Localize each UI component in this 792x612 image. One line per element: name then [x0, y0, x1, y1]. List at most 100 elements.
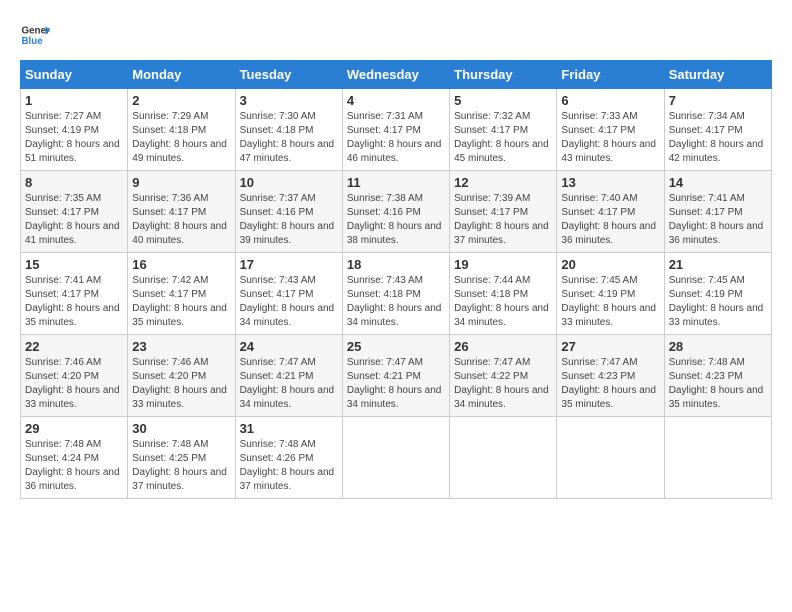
header-sunday: Sunday — [21, 61, 128, 89]
calendar-cell: 17 Sunrise: 7:43 AMSunset: 4:17 PMDayligh… — [235, 253, 342, 335]
day-info: Sunrise: 7:35 AMSunset: 4:17 PMDaylight:… — [25, 192, 123, 248]
day-number: 1 — [25, 93, 123, 108]
calendar-cell: 30 Sunrise: 7:48 AMSunset: 4:25 PMDayligh… — [128, 417, 235, 499]
day-number: 22 — [25, 339, 123, 354]
calendar-cell: 7 Sunrise: 7:34 AMSunset: 4:17 PMDaylight… — [664, 89, 771, 171]
day-info: Sunrise: 7:32 AMSunset: 4:17 PMDaylight:… — [454, 110, 552, 166]
day-info: Sunrise: 7:45 AMSunset: 4:19 PMDaylight:… — [561, 274, 659, 330]
day-number: 28 — [669, 339, 767, 354]
calendar-week-row: 1 Sunrise: 7:27 AMSunset: 4:19 PMDaylight… — [21, 89, 772, 171]
calendar-cell: 18 Sunrise: 7:43 AMSunset: 4:18 PMDayligh… — [342, 253, 449, 335]
day-info: Sunrise: 7:47 AMSunset: 4:23 PMDaylight:… — [561, 356, 659, 412]
calendar-table: SundayMondayTuesdayWednesdayThursdayFrid… — [20, 60, 772, 499]
day-info: Sunrise: 7:48 AMSunset: 4:25 PMDaylight:… — [132, 438, 230, 494]
calendar-cell: 3Sunrise: 7:30 AMSunset: 4:18 PMDaylight… — [235, 89, 342, 171]
day-info: Sunrise: 7:29 AMSunset: 4:18 PMDaylight:… — [132, 110, 230, 166]
calendar-cell: 5 Sunrise: 7:32 AMSunset: 4:17 PMDaylight… — [450, 89, 557, 171]
day-info: Sunrise: 7:38 AMSunset: 4:16 PMDaylight:… — [347, 192, 445, 248]
header-tuesday: Tuesday — [235, 61, 342, 89]
calendar-cell: 13 Sunrise: 7:40 AMSunset: 4:17 PMDayligh… — [557, 171, 664, 253]
calendar-cell — [342, 417, 449, 499]
day-number: 10 — [240, 175, 338, 190]
day-number: 4 — [347, 93, 445, 108]
calendar-cell: 25 Sunrise: 7:47 AMSunset: 4:21 PMDayligh… — [342, 335, 449, 417]
calendar-cell: 10 Sunrise: 7:37 AMSunset: 4:16 PMDayligh… — [235, 171, 342, 253]
day-info: Sunrise: 7:45 AMSunset: 4:19 PMDaylight:… — [669, 274, 767, 330]
day-number: 5 — [454, 93, 552, 108]
calendar-cell: 12 Sunrise: 7:39 AMSunset: 4:17 PMDayligh… — [450, 171, 557, 253]
calendar-cell: 4 Sunrise: 7:31 AMSunset: 4:17 PMDaylight… — [342, 89, 449, 171]
day-info: Sunrise: 7:40 AMSunset: 4:17 PMDaylight:… — [561, 192, 659, 248]
calendar-cell: 19 Sunrise: 7:44 AMSunset: 4:18 PMDayligh… — [450, 253, 557, 335]
calendar-week-row: 22 Sunrise: 7:46 AMSunset: 4:20 PMDayligh… — [21, 335, 772, 417]
calendar-week-row: 29Sunrise: 7:48 AMSunset: 4:24 PMDayligh… — [21, 417, 772, 499]
header-saturday: Saturday — [664, 61, 771, 89]
day-info: Sunrise: 7:48 AMSunset: 4:26 PMDaylight:… — [240, 438, 338, 494]
day-info: Sunrise: 7:37 AMSunset: 4:16 PMDaylight:… — [240, 192, 338, 248]
calendar-cell: 28 Sunrise: 7:48 AMSunset: 4:23 PMDayligh… — [664, 335, 771, 417]
header-wednesday: Wednesday — [342, 61, 449, 89]
day-number: 13 — [561, 175, 659, 190]
calendar-cell: 23 Sunrise: 7:46 AMSunset: 4:20 PMDayligh… — [128, 335, 235, 417]
calendar-cell: 29Sunrise: 7:48 AMSunset: 4:24 PMDayligh… — [21, 417, 128, 499]
day-number: 20 — [561, 257, 659, 272]
calendar-cell: 15Sunrise: 7:41 AMSunset: 4:17 PMDayligh… — [21, 253, 128, 335]
day-info: Sunrise: 7:41 AMSunset: 4:17 PMDaylight:… — [25, 274, 123, 330]
day-number: 12 — [454, 175, 552, 190]
day-number: 8 — [25, 175, 123, 190]
day-number: 2 — [132, 93, 230, 108]
day-number: 21 — [669, 257, 767, 272]
day-number: 27 — [561, 339, 659, 354]
day-info: Sunrise: 7:34 AMSunset: 4:17 PMDaylight:… — [669, 110, 767, 166]
logo-icon: General Blue — [20, 20, 50, 50]
day-info: Sunrise: 7:39 AMSunset: 4:17 PMDaylight:… — [454, 192, 552, 248]
day-number: 11 — [347, 175, 445, 190]
calendar-cell: 22 Sunrise: 7:46 AMSunset: 4:20 PMDayligh… — [21, 335, 128, 417]
calendar-cell: 27 Sunrise: 7:47 AMSunset: 4:23 PMDayligh… — [557, 335, 664, 417]
day-info: Sunrise: 7:30 AMSunset: 4:18 PMDaylight:… — [240, 110, 338, 166]
day-info: Sunrise: 7:33 AMSunset: 4:17 PMDaylight:… — [561, 110, 659, 166]
day-number: 26 — [454, 339, 552, 354]
calendar-cell: 31 Sunrise: 7:48 AMSunset: 4:26 PMDayligh… — [235, 417, 342, 499]
day-info: Sunrise: 7:47 AMSunset: 4:22 PMDaylight:… — [454, 356, 552, 412]
day-number: 25 — [347, 339, 445, 354]
day-info: Sunrise: 7:47 AMSunset: 4:21 PMDaylight:… — [347, 356, 445, 412]
header-monday: Monday — [128, 61, 235, 89]
day-number: 30 — [132, 421, 230, 436]
calendar-header-row: SundayMondayTuesdayWednesdayThursdayFrid… — [21, 61, 772, 89]
day-number: 19 — [454, 257, 552, 272]
day-info: Sunrise: 7:48 AMSunset: 4:24 PMDaylight:… — [25, 438, 123, 494]
logo: General Blue — [20, 20, 50, 50]
day-info: Sunrise: 7:46 AMSunset: 4:20 PMDaylight:… — [132, 356, 230, 412]
calendar-cell: 26 Sunrise: 7:47 AMSunset: 4:22 PMDayligh… — [450, 335, 557, 417]
calendar-cell: 2 Sunrise: 7:29 AMSunset: 4:18 PMDaylight… — [128, 89, 235, 171]
day-number: 18 — [347, 257, 445, 272]
day-info: Sunrise: 7:46 AMSunset: 4:20 PMDaylight:… — [25, 356, 123, 412]
day-info: Sunrise: 7:43 AMSunset: 4:17 PMDaylight:… — [240, 274, 338, 330]
day-number: 7 — [669, 93, 767, 108]
calendar-cell: 9Sunrise: 7:36 AMSunset: 4:17 PMDaylight… — [128, 171, 235, 253]
day-info: Sunrise: 7:31 AMSunset: 4:17 PMDaylight:… — [347, 110, 445, 166]
day-number: 16 — [132, 257, 230, 272]
day-info: Sunrise: 7:43 AMSunset: 4:18 PMDaylight:… — [347, 274, 445, 330]
header-thursday: Thursday — [450, 61, 557, 89]
day-number: 17 — [240, 257, 338, 272]
calendar-cell: 21 Sunrise: 7:45 AMSunset: 4:19 PMDayligh… — [664, 253, 771, 335]
calendar-cell: 20 Sunrise: 7:45 AMSunset: 4:19 PMDayligh… — [557, 253, 664, 335]
day-info: Sunrise: 7:44 AMSunset: 4:18 PMDaylight:… — [454, 274, 552, 330]
day-info: Sunrise: 7:48 AMSunset: 4:23 PMDaylight:… — [669, 356, 767, 412]
day-number: 14 — [669, 175, 767, 190]
calendar-cell: 14 Sunrise: 7:41 AMSunset: 4:17 PMDayligh… — [664, 171, 771, 253]
calendar-week-row: 15Sunrise: 7:41 AMSunset: 4:17 PMDayligh… — [21, 253, 772, 335]
calendar-cell: 1 Sunrise: 7:27 AMSunset: 4:19 PMDaylight… — [21, 89, 128, 171]
day-info: Sunrise: 7:41 AMSunset: 4:17 PMDaylight:… — [669, 192, 767, 248]
calendar-cell — [557, 417, 664, 499]
day-info: Sunrise: 7:42 AMSunset: 4:17 PMDaylight:… — [132, 274, 230, 330]
calendar-cell: 6 Sunrise: 7:33 AMSunset: 4:17 PMDaylight… — [557, 89, 664, 171]
day-number: 6 — [561, 93, 659, 108]
day-number: 24 — [240, 339, 338, 354]
day-number: 31 — [240, 421, 338, 436]
day-number: 23 — [132, 339, 230, 354]
calendar-cell: 8 Sunrise: 7:35 AMSunset: 4:17 PMDaylight… — [21, 171, 128, 253]
day-info: Sunrise: 7:27 AMSunset: 4:19 PMDaylight:… — [25, 110, 123, 166]
